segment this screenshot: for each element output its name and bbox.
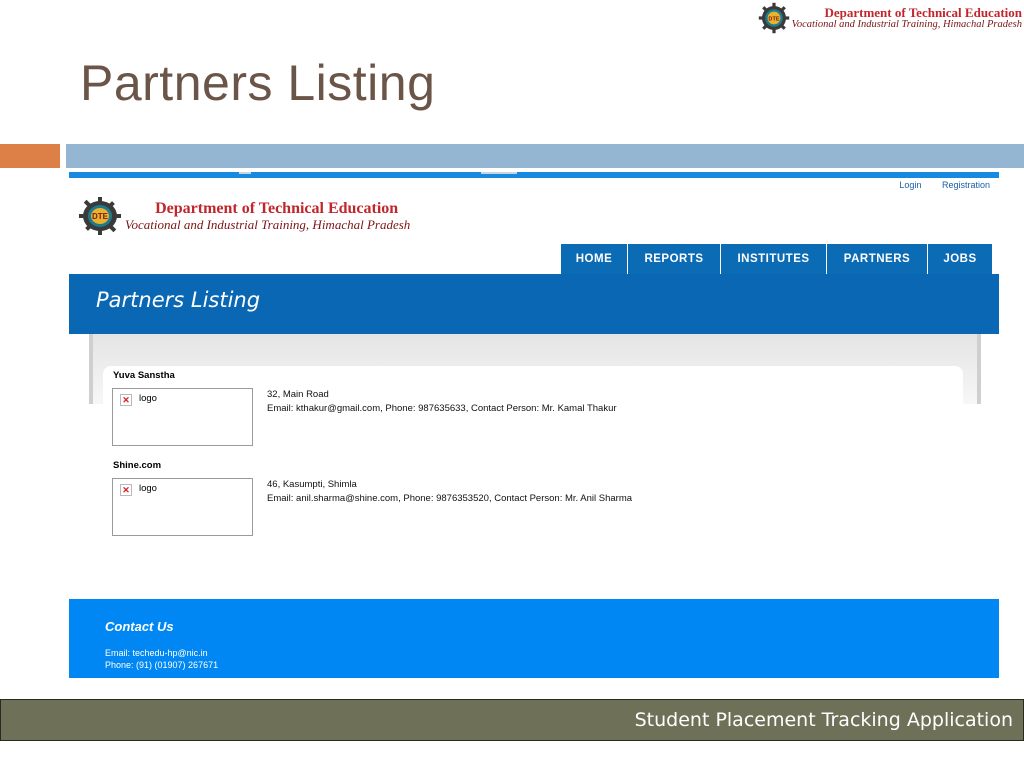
footer-text: Student Placement Tracking Application [634, 709, 1013, 731]
svg-text:DTE: DTE [92, 212, 109, 221]
registration-link[interactable]: Registration [942, 180, 990, 190]
logo-alt-text: logo [139, 393, 157, 404]
nav-partners[interactable]: PARTNERS [826, 244, 927, 274]
logo-alt-text: logo [139, 483, 157, 494]
nav-reports[interactable]: REPORTS [627, 244, 720, 274]
partner-details: Email: kthakur@gmail.com, Phone: 9876356… [267, 403, 617, 414]
partner-address: 46, Kasumpti, Shimla [267, 479, 357, 490]
slide-logo-title: Department of Technical Education [824, 4, 1022, 20]
top-accent-line [69, 172, 999, 178]
slide-footer: Student Placement Tracking Application [0, 699, 1024, 741]
login-link[interactable]: Login [899, 180, 921, 190]
partner-logo: ✕ logo [112, 388, 253, 446]
banner-title: Partners Listing [96, 288, 261, 312]
slide-header-logo: DTE Department of Technical Education Vo… [758, 2, 1022, 34]
nav-jobs[interactable]: JOBS [927, 244, 992, 274]
partner-address-block: 32, Main Road Email: kthakur@gmail.com, … [267, 388, 617, 416]
dte-gear-logo-icon: DTE [79, 197, 121, 235]
top-links: Login Registration [881, 180, 990, 190]
partner-address: 32, Main Road [267, 389, 329, 400]
page-banner: Partners Listing [69, 274, 999, 334]
slide-title: Partners Listing [80, 55, 436, 111]
contact-title: Contact Us [105, 619, 174, 634]
main-nav: HOME REPORTS INSTITUTES PARTNERS JOBS [560, 244, 992, 274]
nav-home[interactable]: HOME [560, 244, 627, 274]
website-screenshot: Login Registration DTE Department of Tec… [69, 170, 999, 678]
nav-institutes[interactable]: INSTITUTES [720, 244, 826, 274]
accent-bar-blue [66, 144, 1024, 168]
broken-image-icon: ✕ [120, 484, 132, 496]
site-logo-subtitle: Vocational and Industrial Training, Hima… [125, 216, 411, 232]
slide-logo-subtitle: Vocational and Industrial Training, Hima… [791, 19, 1022, 31]
contact-email: Email: techedu-hp@nic.in [105, 648, 208, 658]
partner-name: Shine.com [113, 460, 162, 471]
site-logo-title: Department of Technical Education [155, 199, 399, 217]
dte-gear-logo-icon: DTE [758, 2, 789, 34]
site-logo[interactable]: DTE Department of Technical Education Vo… [77, 196, 410, 236]
accent-bar-orange [0, 144, 60, 168]
contact-phone: Phone: (91) (01907) 267671 [105, 660, 219, 670]
broken-image-icon: ✕ [120, 394, 132, 406]
partner-address-block: 46, Kasumpti, Shimla Email: anil.sharma@… [267, 478, 632, 506]
partner-name: Yuva Sanstha [113, 370, 175, 381]
partner-logo: ✕ logo [112, 478, 253, 536]
svg-text:DTE: DTE [768, 16, 779, 22]
contact-section: Contact Us Email: techedu-hp@nic.in Phon… [69, 599, 999, 678]
partner-details: Email: anil.sharma@shine.com, Phone: 987… [267, 493, 633, 504]
